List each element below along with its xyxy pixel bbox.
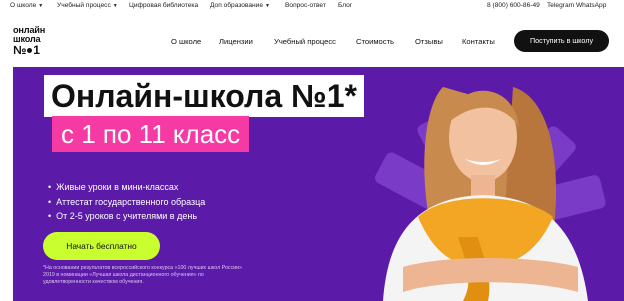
topbar-link-faq[interactable]: Вопрос-ответ: [285, 2, 326, 9]
benefit-item: Аттестат государственного образца: [48, 195, 205, 210]
topbar-link-blog[interactable]: Блог: [338, 2, 352, 9]
logo-dot: [27, 48, 33, 53]
nav-item-licenses[interactable]: Лицензии: [219, 37, 253, 46]
topbar-link-extra-education[interactable]: Доп образование ▼: [210, 2, 270, 9]
nav-item-pricing[interactable]: Стоимость: [356, 37, 394, 46]
hero-banner: Онлайн-школа №1* с 1 по 11 класс Живые у…: [13, 67, 624, 301]
hero-benefits-list: Живые уроки в мини-классах Аттестат госу…: [48, 180, 205, 224]
chevron-down-icon: ▼: [265, 3, 270, 9]
main-header: онлайн школа № 1 О школе Лицензии Учебный…: [0, 13, 624, 67]
school-logo[interactable]: онлайн школа № 1: [13, 25, 58, 57]
nav-item-reviews[interactable]: Отзывы: [415, 37, 443, 46]
benefit-item: Живые уроки в мини-классах: [48, 180, 205, 195]
hero-title: Онлайн-школа №1*: [44, 75, 364, 117]
topbar-phone[interactable]: 8 (800) 600-86-49: [487, 2, 540, 9]
logo-line-3: № 1: [13, 43, 40, 57]
nav-item-contacts[interactable]: Контакты: [462, 37, 495, 46]
enroll-button[interactable]: Поступить в школу: [514, 30, 609, 52]
chevron-down-icon: ▼: [38, 3, 44, 9]
hero-subtitle: с 1 по 11 класс: [52, 116, 250, 152]
nav-item-learning[interactable]: Учебный процесс: [274, 37, 336, 46]
student-photo: [383, 87, 588, 301]
nav-item-about[interactable]: О школе: [171, 37, 201, 46]
topbar-messengers[interactable]: Telegram WhatsApp: [547, 2, 606, 9]
chevron-down-icon: ▼: [112, 3, 118, 9]
top-utility-bar: О школе ▼ Учебный процесс ▼ Цифровая библи…: [0, 0, 624, 13]
topbar-link-about[interactable]: О школе ▼: [10, 2, 43, 9]
hero-footnote: *На основании результатов всероссийского…: [43, 265, 243, 285]
topbar-link-learning[interactable]: Учебный процесс ▼: [57, 2, 118, 9]
benefit-item: От 2-5 уроков с учителями в день: [48, 209, 205, 224]
topbar-link-library[interactable]: Цифровая библиотека: [129, 2, 198, 9]
start-free-button[interactable]: Начать бесплатно: [43, 232, 160, 260]
